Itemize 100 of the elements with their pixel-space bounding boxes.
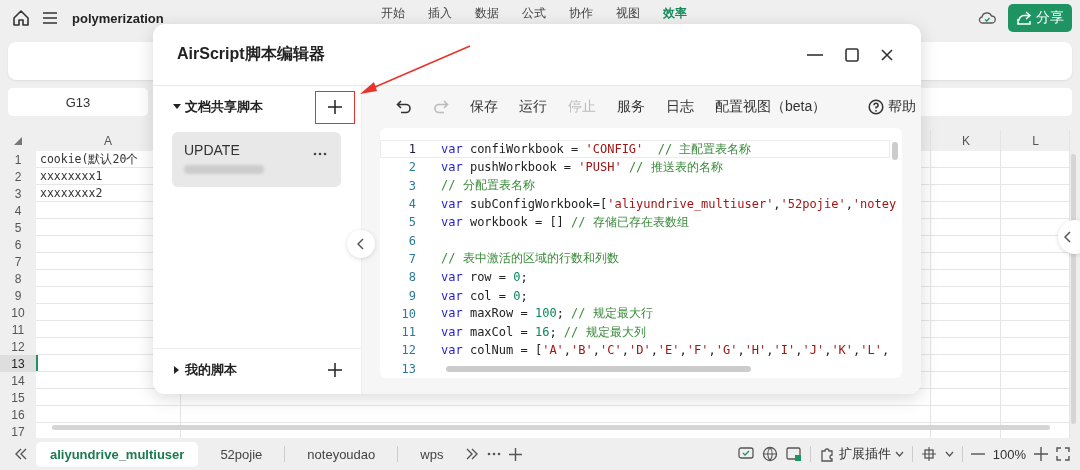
plus-icon [328,100,342,114]
row-header[interactable]: 8 [0,270,36,287]
view-mode-icon[interactable] [920,446,937,462]
row-header[interactable]: 9 [0,287,36,304]
extensions-menu[interactable]: 扩展插件 [818,445,904,463]
line-number: 3 [408,178,416,193]
row-header[interactable]: 16 [0,406,36,423]
menu-tab[interactable]: 协作 [568,6,593,20]
code-line: var confiWorkbook = 'CONFIG' // 主配置表名称 [441,140,752,158]
more-icon[interactable] [313,152,327,156]
section-title: 文档共享脚本 [185,98,264,116]
scrollbar[interactable] [446,366,751,372]
scrollbar[interactable] [52,425,1050,430]
line-number: 11 [401,325,416,340]
toolbar-button[interactable]: 日志 [666,98,694,116]
line-number: 9 [408,288,416,303]
close-icon[interactable] [881,48,893,61]
column-header[interactable]: K [931,130,1001,151]
sheet-tab[interactable]: aliyundrive_multiuser [36,441,199,467]
code-line: // 表中激活的区域的行数和列数 [441,250,619,268]
row-header[interactable]: 6 [0,236,36,253]
dialog-title: AirScript脚本编辑器 [177,44,326,64]
menu-tab[interactable]: 开始 [380,6,405,20]
code-line: var workbook = [] // 存储已存在表数组 [441,213,689,231]
plus-icon[interactable] [509,447,523,461]
row-header[interactable]: 4 [0,202,36,219]
minimize-icon[interactable] [807,53,823,56]
toolbar-button[interactable]: 保存 [470,98,498,116]
globe-icon[interactable] [761,446,778,462]
row-header[interactable]: 1 [0,151,36,168]
highlighted-add-button[interactable] [315,90,355,124]
maximize-icon[interactable] [845,47,859,62]
comment-check-icon[interactable] [737,447,754,461]
line-number: 12 [401,343,416,358]
undo-icon[interactable] [396,100,412,114]
line-number: 13 [401,361,416,376]
row-header[interactable]: 17 [0,423,36,438]
line-number: 5 [408,215,416,230]
select-all-icon[interactable] [14,136,22,145]
name-box[interactable]: G13 [8,88,148,116]
plus-icon [328,363,342,377]
menu-tab[interactable]: 插入 [427,6,452,20]
cloud-check-icon[interactable] [978,11,996,25]
document-title: polymerization [72,10,164,26]
table-cell-text: cookie(默认20个 [39,151,139,168]
row-header[interactable]: 7 [0,253,36,270]
sheet-tab[interactable]: noteyoudao [293,441,390,467]
zoom-level: 100% [992,446,1026,462]
double-chevron-right-icon[interactable] [465,448,480,460]
row-header[interactable]: 11 [0,321,36,338]
share-button[interactable]: 分享 [1008,4,1072,32]
chevron-left-icon [357,238,365,250]
script-item[interactable]: UPDATE [172,132,341,187]
help-icon [868,99,885,115]
row-header[interactable]: 15 [0,389,36,406]
caret-down-icon[interactable] [173,103,181,111]
row-header[interactable]: 2 [0,168,36,185]
fullscreen-icon[interactable] [1056,447,1070,461]
row-header[interactable]: 10 [0,304,36,321]
line-number: 6 [408,233,416,248]
code-line: var row = 0; [441,270,528,285]
row-header[interactable]: 13 [0,355,36,372]
code-line: var pushWorkbook = 'PUSH' // 推送表的名称 [441,158,723,176]
scrollbar[interactable] [892,142,898,160]
double-chevron-left-icon[interactable] [14,448,28,460]
sheet-tab[interactable]: wps [406,441,458,467]
code-line: // 分配置表名称 [441,177,535,195]
caret-icon[interactable] [944,451,954,457]
chevron-left-icon [1064,231,1072,243]
help-button[interactable]: 帮助 [868,98,917,116]
line-number: 1 [408,142,416,157]
code-line: var maxRow = 100; // 规定最大行 [441,305,653,323]
menu-tab[interactable]: 数据 [474,6,499,20]
section-title: 我的脚本 [185,361,238,379]
menu-tab[interactable]: 视图 [615,6,640,20]
zoom-in-icon[interactable] [1034,447,1048,461]
menu-icon[interactable] [42,11,58,25]
code-editor[interactable] [380,128,902,378]
row-header[interactable]: 14 [0,372,36,389]
menu-tab[interactable]: 公式 [521,6,546,20]
column-header[interactable]: L [1001,130,1070,151]
sheet-tab[interactable]: 52pojie [206,441,277,467]
caret-icon [894,451,904,457]
line-number: 8 [408,270,416,285]
toolbar-button[interactable]: 运行 [519,98,547,116]
row-header[interactable]: 3 [0,185,36,202]
row-header[interactable]: 5 [0,219,36,236]
share-icon [1016,10,1032,26]
toolbar-button[interactable]: 配置视图（beta） [715,98,827,116]
toolbar-button[interactable]: 服务 [617,98,645,116]
line-number: 10 [401,306,416,321]
row-header[interactable]: 12 [0,338,36,355]
cell-cursor [36,355,38,371]
puzzle-icon [818,446,835,462]
line-number: 2 [408,160,416,175]
code-line: var subConfigWorkbook=['aliyundrive_multiuser','52pojie','notey [441,197,897,212]
home-icon[interactable] [12,9,30,27]
caret-right-icon[interactable] [173,366,181,374]
menu-tab[interactable]: 效率 [662,6,687,20]
more-icon[interactable] [487,452,502,456]
